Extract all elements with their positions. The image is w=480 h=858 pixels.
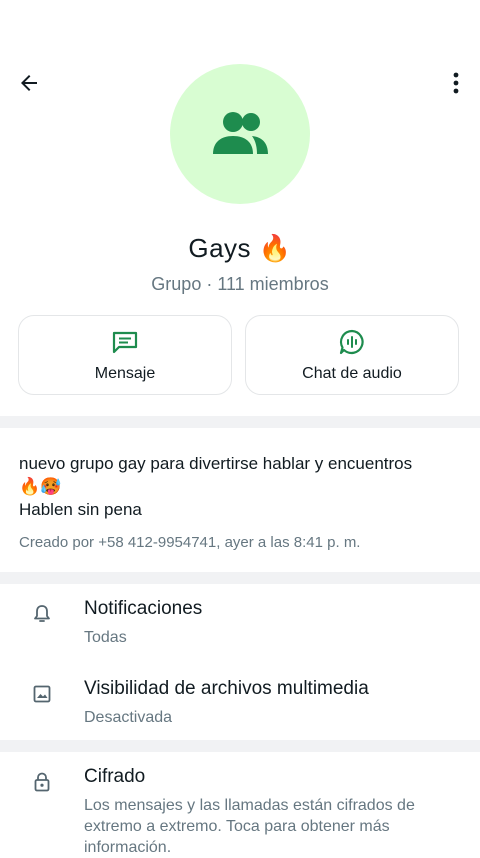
notifications-row[interactable]: Notificaciones Todas <box>0 598 480 654</box>
lock-icon <box>34 772 50 792</box>
group-icon <box>213 112 268 154</box>
audio-chat-icon <box>339 329 364 355</box>
more-options-button[interactable] <box>444 68 468 98</box>
encryption-title: Cifrado <box>84 766 146 787</box>
group-description[interactable]: nuevo grupo gay para divertirse hablar y… <box>19 452 464 521</box>
bell-icon <box>34 605 50 622</box>
description-line: Hablen sin pena <box>19 500 142 519</box>
message-button-label: Mensaje <box>94 365 156 382</box>
group-name[interactable]: Gays 🔥 <box>0 230 480 266</box>
more-vert-icon <box>453 72 459 94</box>
description-line: nuevo grupo gay para divertirse hablar y… <box>19 454 413 473</box>
message-button[interactable]: Mensaje <box>18 315 232 395</box>
message-icon <box>112 331 138 354</box>
media-visibility-title: Visibilidad de archivos multimedia <box>84 678 369 699</box>
back-button[interactable] <box>14 68 44 98</box>
media-visibility-row[interactable]: Visibilidad de archivos multimedia Desac… <box>0 678 480 734</box>
group-subtitle: Grupo · 111 miembros <box>151 274 329 294</box>
description-emoji-line: 🔥🥵 <box>19 477 62 496</box>
created-by-text: Creado por +58 412-9954741, ayer a las 8… <box>19 534 361 551</box>
encryption-row[interactable]: Cifrado Los mensajes y las llamadas está… <box>0 766 480 856</box>
encryption-description: Los mensajes y las llamadas están cifrad… <box>84 797 415 856</box>
notifications-value: Todas <box>84 629 127 646</box>
section-divider <box>0 416 480 428</box>
notifications-title: Notificaciones <box>84 598 203 619</box>
media-visibility-value: Desactivada <box>84 709 173 726</box>
section-divider <box>0 572 480 584</box>
group-avatar[interactable] <box>170 64 310 204</box>
audio-chat-button[interactable]: Chat de audio <box>245 315 459 395</box>
audio-chat-button-label: Chat de audio <box>302 365 402 382</box>
section-divider <box>0 740 480 752</box>
arrow-back-icon <box>21 75 37 91</box>
image-icon <box>33 685 51 703</box>
